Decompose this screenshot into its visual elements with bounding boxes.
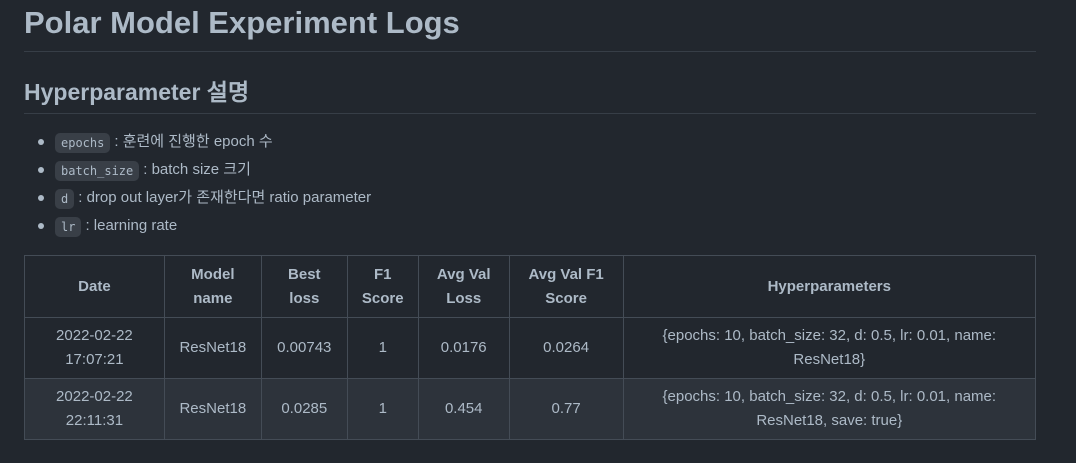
inline-code: lr [55, 217, 82, 237]
bullet-icon [38, 167, 44, 173]
document-body: Polar Model Experiment Logs Hyperparamet… [24, 0, 1037, 440]
column-header-f1-score: F1 Score [346, 255, 419, 318]
list-item-description: : batch size 크기 [143, 161, 251, 178]
cell-avg-val-f1: 0.0264 [508, 317, 624, 379]
cell-best-loss: 0.00743 [260, 317, 348, 379]
column-header-hyperparameters: Hyperparameters [622, 255, 1037, 318]
list-item: batch_size : batch size 크기 [38, 161, 1036, 189]
inline-code: epochs [55, 133, 111, 153]
column-header-best-loss: Best loss [260, 255, 348, 318]
list-item: lr : learning rate [38, 217, 1036, 245]
cell-model-name: ResNet18 [163, 317, 262, 379]
column-header-date: Date [24, 255, 165, 318]
bullet-icon [38, 195, 44, 201]
cell-date: 2022-02-22 22:11:31 [24, 378, 165, 440]
column-header-avg-val-loss: Avg Val Loss [417, 255, 510, 318]
table-row: 2022-02-22 17:07:21 ResNet18 0.00743 1 0… [24, 317, 1037, 379]
list-item-description: : drop out layer가 존재한다면 ratio parameter [78, 189, 372, 206]
section-heading: Hyperparameter 설명 [24, 77, 1036, 114]
cell-f1-score: 1 [346, 317, 419, 379]
table-header-row: Date Model name Best loss F1 Score Avg V… [24, 255, 1037, 318]
list-item: epochs : 훈련에 진행한 epoch 수 [38, 133, 1036, 161]
inline-code: d [55, 189, 75, 209]
cell-avg-val-f1: 0.77 [508, 378, 624, 440]
cell-avg-val-loss: 0.0176 [417, 317, 510, 379]
cell-avg-val-loss: 0.454 [417, 378, 510, 440]
cell-date: 2022-02-22 17:07:21 [24, 317, 165, 379]
bullet-icon [38, 223, 44, 229]
list-item-description: : 훈련에 진행한 epoch 수 [114, 133, 273, 150]
cell-f1-score: 1 [346, 378, 419, 440]
list-item-description: : learning rate [85, 217, 178, 234]
table-row: 2022-02-22 22:11:31 ResNet18 0.0285 1 0.… [24, 378, 1037, 440]
column-header-model-name: Model name [163, 255, 262, 318]
hyperparameter-list: epochs : 훈련에 진행한 epoch 수 batch_size : ba… [24, 133, 1036, 245]
cell-hyperparameters: {epochs: 10, batch_size: 32, d: 0.5, lr:… [622, 317, 1037, 379]
column-header-avg-val-f1: Avg Val F1 Score [508, 255, 624, 318]
bullet-icon [38, 139, 44, 145]
cell-best-loss: 0.0285 [260, 378, 348, 440]
cell-model-name: ResNet18 [163, 378, 262, 440]
page-title: Polar Model Experiment Logs [24, 0, 1036, 52]
experiment-log-table: Date Model name Best loss F1 Score Avg V… [24, 255, 1037, 440]
list-item: d : drop out layer가 존재한다면 ratio paramete… [38, 189, 1036, 217]
cell-hyperparameters: {epochs: 10, batch_size: 32, d: 0.5, lr:… [622, 378, 1037, 440]
inline-code: batch_size [55, 161, 140, 181]
